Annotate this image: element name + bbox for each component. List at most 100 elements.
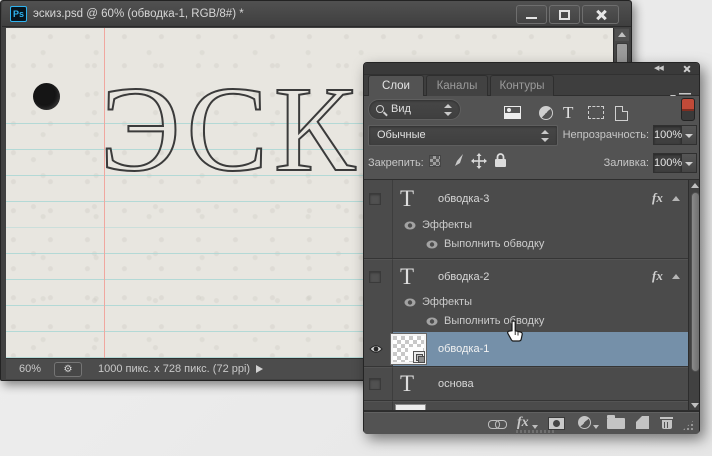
panel-close-icon[interactable] [681,63,693,75]
effects-header-row[interactable]: Эффекты [364,217,688,235]
new-layer-icon[interactable] [636,416,649,429]
lock-all-icon[interactable] [494,153,507,168]
scroll-up-icon[interactable] [691,183,699,188]
collapse-panel-icon[interactable]: ◀◀ [654,65,664,73]
punch-hole-dot [33,83,60,110]
fx-collapse-arrow-icon[interactable] [672,274,680,279]
filter-smart-objects-icon[interactable] [615,106,628,121]
maximize-button[interactable] [549,5,580,24]
layers-scrollbar[interactable] [688,180,699,410]
zoom-level[interactable]: 60% [19,359,41,380]
status-menu-arrow-icon[interactable] [256,365,263,373]
chevron-down-icon [685,162,693,166]
status-options-button[interactable]: ⚙ [54,362,82,377]
lock-label: Закрепить: [368,157,424,169]
filter-type-layers-icon[interactable]: T [563,103,573,123]
fx-collapse-arrow-icon[interactable] [672,196,680,201]
fill-input[interactable]: 100% [653,153,682,173]
chevron-down-icon [532,425,538,429]
row-separator [364,258,688,259]
fx-badge[interactable]: fx [652,190,663,206]
eye-icon[interactable] [404,298,416,307]
text-layer-thumbnail[interactable]: T [400,265,414,289]
add-layer-mask-icon[interactable] [548,417,565,430]
scroll-down-icon[interactable] [691,403,699,408]
effects-label: Эффекты [422,219,473,231]
layer-list: T обводка-3 fx Эффекты Выполнить обводку… [364,179,699,411]
gear-icon: ⚙ [63,364,73,375]
minimize-icon [526,17,537,19]
lock-move-icon[interactable] [471,153,487,169]
eye-icon[interactable] [426,317,438,326]
visibility-checkbox[interactable] [369,271,381,283]
opacity-dropdown-button[interactable] [682,125,697,145]
panel-drag-strip[interactable] [516,430,556,433]
tab-layers[interactable]: Слои [368,75,424,96]
scroll-up-button[interactable] [615,29,629,41]
eye-icon[interactable] [404,221,416,230]
layer-name[interactable]: обводка-1 [438,343,489,355]
combo-arrows-icon [444,104,452,116]
layer-name[interactable]: основа [438,378,474,390]
filter-pixel-layers-icon[interactable] [504,106,521,119]
new-group-icon[interactable] [607,415,625,429]
close-icon [595,9,607,21]
panel-topbar[interactable]: ◀◀ [364,63,699,75]
fill-label: Заливка: [603,157,649,169]
layer-row[interactable]: T обводка-3 fx [364,184,688,214]
row-separator [364,366,688,367]
filter-shape-layers-icon[interactable] [588,106,604,119]
filter-adjustment-layers-icon[interactable] [539,106,553,120]
visibility-checkbox[interactable] [369,378,381,390]
partial-layer-thumbnail[interactable] [395,404,426,410]
effects-header-row[interactable]: Эффекты [364,294,688,312]
stroke-effect-label: Выполнить обводку [444,238,545,250]
desktop: Ps эскиз.psd @ 60% (обводка-1, RGB/8#) *… [0,0,712,456]
photoshop-app-icon: Ps [10,6,27,22]
panel-controls: Вид T Обычные Непрозрачность: 100% Закре… [364,96,699,179]
text-layer-thumbnail[interactable]: T [400,187,414,211]
panel-tabs: Слои Каналы Контуры [364,75,699,102]
lock-paint-brush-icon[interactable] [450,153,465,168]
stroke-effect-label: Выполнить обводку [444,315,545,327]
scrollbar-thumb[interactable] [691,192,699,372]
opacity-input[interactable]: 100% [653,125,682,145]
row-separator [364,400,688,401]
combo-arrows-icon [541,130,549,142]
hand-pointer-cursor [507,320,523,342]
titlebar[interactable]: Ps эскиз.psd @ 60% (обводка-1, RGB/8#) * [2,1,631,27]
document-info: 1000 пикс. x 728 пикс. (72 ppi) [98,363,251,375]
eye-icon[interactable] [426,240,438,249]
tab-channels[interactable]: Каналы [426,75,488,96]
blend-mode-value: Обычные [377,129,426,141]
triangle-up-icon [618,32,626,37]
fill-dropdown-button[interactable] [682,153,697,173]
effect-item-row[interactable]: Выполнить обводку [364,236,688,254]
link-layers-icon[interactable] [488,420,507,429]
smart-filter-badge-icon [413,351,425,363]
layer-thumbnail[interactable] [391,334,426,364]
layer-name[interactable]: обводка-3 [438,193,489,205]
layer-style-fx-icon[interactable]: fx [517,415,529,431]
layers-panel: ◀◀ Слои Каналы Контуры Вид T Обычные Неп… [363,62,700,434]
eye-icon[interactable] [369,344,383,354]
lock-transparency-icon[interactable] [429,155,441,167]
close-button[interactable] [582,5,619,24]
tab-paths[interactable]: Контуры [490,75,554,96]
chevron-down-icon [685,134,693,138]
layer-filtering-toggle[interactable] [681,98,695,121]
layer-row[interactable]: T основа [364,368,688,399]
opacity-label: Непрозрачность: [562,129,649,141]
effects-label: Эффекты [422,296,473,308]
search-icon [376,105,384,113]
layer-row[interactable]: T обводка-2 fx [364,262,688,292]
layer-name[interactable]: обводка-2 [438,271,489,283]
filter-kind-select[interactable]: Вид [368,99,461,120]
adjustment-layer-icon[interactable] [578,416,591,429]
visibility-checkbox[interactable] [369,193,381,205]
minimize-button[interactable] [516,5,547,24]
text-layer-thumbnail[interactable]: T [400,372,414,396]
fx-badge[interactable]: fx [652,268,663,284]
blend-mode-select[interactable]: Обычные [368,125,558,146]
delete-layer-icon[interactable] [660,416,673,429]
